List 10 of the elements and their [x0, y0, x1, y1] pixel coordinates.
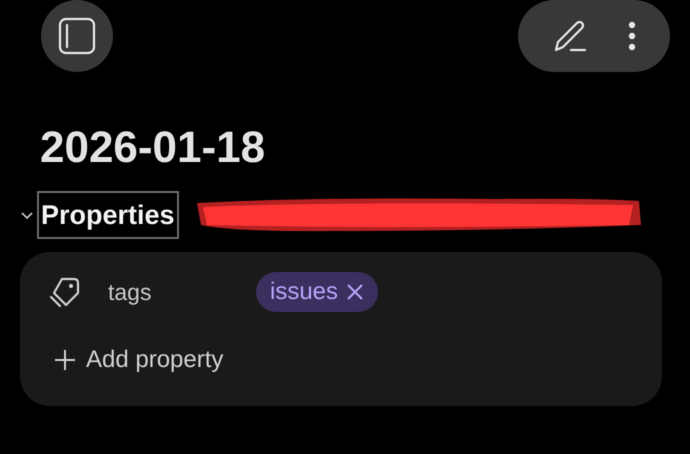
pencil-icon: [552, 18, 588, 54]
plus-icon: [54, 348, 76, 371]
page-title: 2026-01-18: [40, 122, 266, 174]
sidebar-icon: [58, 17, 96, 55]
properties-heading: Properties: [37, 190, 179, 240]
add-property-button[interactable]: Add property: [54, 342, 224, 378]
tag-chip[interactable]: issues: [256, 272, 378, 312]
property-name: tags: [108, 278, 152, 307]
kebab-menu-icon: [628, 21, 636, 51]
remove-icon: [346, 282, 364, 301]
